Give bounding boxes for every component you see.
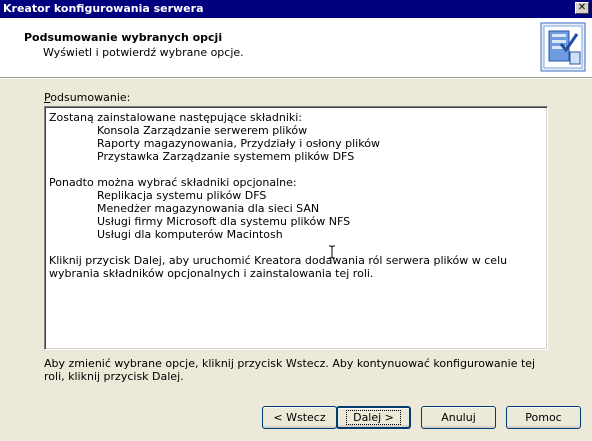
list-item: Przystawka Zarządzanie systemem plików D… xyxy=(97,150,355,163)
summary-textbox[interactable]: Zostaną zainstalowane następujące składn… xyxy=(44,106,548,350)
close-icon: ✕ xyxy=(577,2,587,13)
title-bar: Kreator konfigurowania serwera ✕ xyxy=(0,0,592,18)
list-item: Konsola Zarządzanie serwerem plików xyxy=(97,124,308,137)
back-button-label: < Wstecz xyxy=(273,411,326,424)
section2-heading: Ponadto można wybrać składniki opcjonaln… xyxy=(49,176,297,189)
list-item: Menedżer magazynowania dla sieci SAN xyxy=(97,202,320,215)
close-button[interactable]: ✕ xyxy=(575,2,589,14)
next-button[interactable]: Dalej > xyxy=(336,406,411,429)
text-cursor-icon xyxy=(329,245,335,259)
list-item: Replikacja systemu plików DFS xyxy=(97,189,267,202)
help-button[interactable]: Pomoc xyxy=(506,406,581,429)
list-item: Usługi dla komputerów Macintosh xyxy=(97,228,283,241)
page-subtitle: Wyświetl i potwierdź wybrane opcje. xyxy=(43,46,244,59)
next-button-label: Dalej > xyxy=(346,410,401,425)
help-button-label: Pomoc xyxy=(525,411,562,424)
header-separator xyxy=(0,78,592,79)
back-button[interactable]: < Wstecz xyxy=(262,406,337,429)
section1-heading: Zostaną zainstalowane następujące składn… xyxy=(49,111,303,124)
summary-content: Zostaną zainstalowane następujące składn… xyxy=(49,111,543,280)
footer-instructions: Aby zmienić wybrane opcje, kliknij przyc… xyxy=(44,357,536,383)
cancel-button-label: Anuluj xyxy=(441,411,476,424)
list-item: Raporty magazynowania, Przydziały i osło… xyxy=(97,137,380,150)
window-title: Kreator konfigurowania serwera xyxy=(3,2,204,15)
wizard-header: Podsumowanie wybranych opcji Wyświetl i … xyxy=(0,18,592,78)
server-wizard-icon xyxy=(540,22,586,72)
list-item: Usługi firmy Microsoft dla systemu plikó… xyxy=(97,215,351,228)
summary-label: Podsumowanie: xyxy=(44,91,131,104)
closing-text: Kliknij przycisk Dalej, aby uruchomić Kr… xyxy=(49,254,508,280)
cancel-button[interactable]: Anuluj xyxy=(421,406,496,429)
page-title: Podsumowanie wybranych opcji xyxy=(24,31,223,44)
